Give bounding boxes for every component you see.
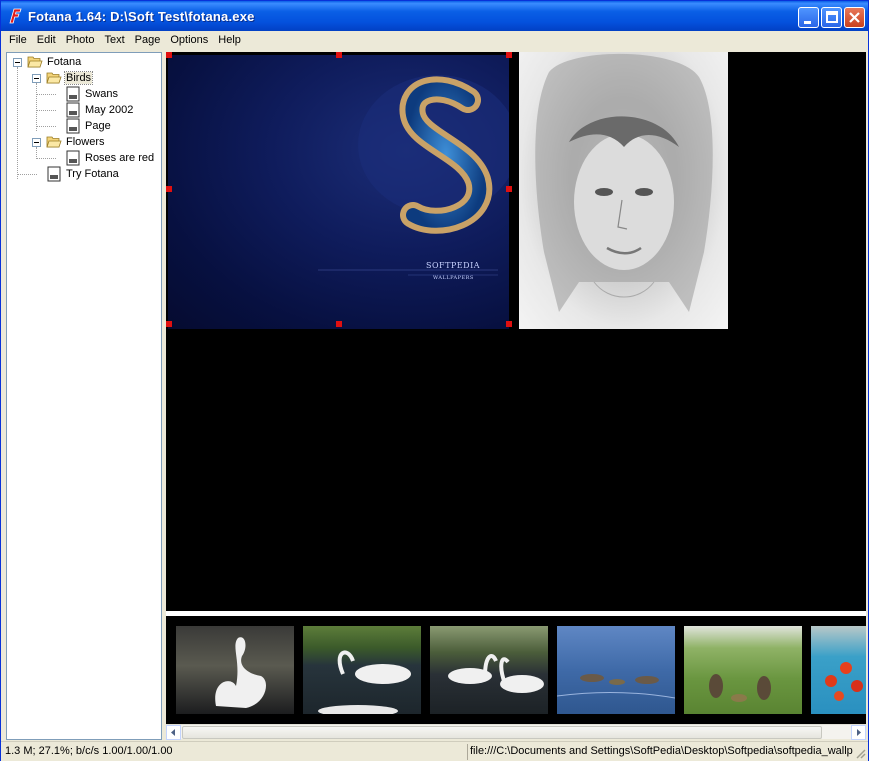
tree-connector — [36, 94, 56, 95]
tree-node-swans[interactable]: Swans — [66, 86, 119, 102]
status-file-path: file:///C:\Documents and Settings\SoftPe… — [467, 744, 853, 760]
thumbnail-geese-lawn[interactable] — [684, 626, 802, 714]
arrow-right-icon — [857, 729, 861, 736]
title-bar[interactable]: Fotana 1.64: D:\Soft Test\fotana.exe — [1, 1, 868, 31]
tree-label: Roses are red — [85, 152, 155, 164]
resize-handle-top-right[interactable] — [506, 52, 512, 58]
tree-node-page[interactable]: Page — [66, 118, 112, 134]
page-icon — [66, 102, 80, 118]
softpedia-wallpaper-photo[interactable]: SOFTPEDIA WALLPAPERS — [168, 55, 509, 329]
resize-handle-bottom[interactable] — [336, 321, 342, 327]
tree-connector — [17, 174, 37, 175]
tree-label: Birds — [63, 71, 94, 85]
swan-thumbnail-image — [318, 650, 411, 714]
status-bar: 1.3 M; 27.1%; b/c/s 1.00/1.00/1.00 file:… — [1, 741, 868, 761]
resize-handle-top[interactable] — [336, 52, 342, 58]
open-folder-icon — [27, 56, 43, 68]
window-title: Fotana 1.64: D:\Soft Test\fotana.exe — [28, 9, 255, 24]
arrow-left-icon — [171, 729, 175, 736]
tree-node-roses-are-red[interactable]: Roses are red — [66, 150, 155, 166]
page-canvas[interactable]: SOFTPEDIA WALLPAPERS — [166, 52, 866, 611]
menu-photo[interactable]: Photo — [61, 31, 100, 50]
album-tree[interactable]: Fotana Birds Swans May 2002 Page Flowers… — [6, 52, 162, 740]
tree-node-fotana[interactable]: Fotana — [27, 54, 82, 70]
thumbnail-swan-single[interactable] — [176, 626, 294, 714]
tulips-thumbnail-image — [825, 662, 863, 701]
resize-handle-left[interactable] — [166, 186, 172, 192]
tree-connector — [36, 158, 56, 159]
menu-help[interactable]: Help — [213, 31, 246, 50]
menu-page[interactable]: Page — [130, 31, 166, 50]
photo-caption: SOFTPEDIA — [426, 261, 480, 270]
tree-node-birds[interactable]: Birds — [46, 70, 94, 86]
open-folder-icon — [46, 136, 62, 148]
resize-handle-top-left[interactable] — [166, 52, 172, 58]
tree-node-flowers[interactable]: Flowers — [46, 134, 106, 150]
thumbnail-swans-pair[interactable] — [430, 626, 548, 714]
tree-label: Swans — [85, 88, 119, 100]
page-icon — [66, 150, 80, 166]
minimize-icon — [804, 21, 811, 24]
maximize-button[interactable] — [821, 7, 842, 28]
menu-edit[interactable]: Edit — [32, 31, 61, 50]
resize-grip-icon[interactable] — [854, 747, 866, 759]
thumbnail-scrollbar[interactable] — [166, 724, 866, 740]
scroll-right-button[interactable] — [851, 725, 866, 740]
maximize-icon — [826, 11, 838, 23]
thumbnail-strip[interactable] — [166, 616, 866, 724]
tree-connector — [17, 67, 18, 179]
menu-text[interactable]: Text — [99, 31, 129, 50]
tree-node-may-2002[interactable]: May 2002 — [66, 102, 134, 118]
thumbnail-geese-water[interactable] — [557, 626, 675, 714]
geese-thumbnail-image — [557, 674, 675, 699]
tree-connector — [36, 110, 56, 111]
collapse-toggle-birds[interactable] — [32, 74, 41, 83]
collapse-toggle-fotana[interactable] — [13, 58, 22, 67]
close-button[interactable] — [844, 7, 865, 28]
tree-label: Page — [85, 120, 111, 132]
tree-label: Flowers — [66, 136, 105, 148]
geese-thumbnail-image — [709, 674, 771, 702]
collapse-toggle-flowers[interactable] — [32, 138, 41, 147]
resize-handle-bottom-right[interactable] — [506, 321, 512, 327]
menu-file[interactable]: File — [4, 31, 32, 50]
tree-node-try-fotana[interactable]: Try Fotana — [47, 166, 120, 182]
tree-label: May 2002 — [85, 104, 134, 116]
minimize-button[interactable] — [798, 7, 819, 28]
page-icon — [47, 166, 61, 182]
scroll-left-button[interactable] — [166, 725, 181, 740]
tree-label: Fotana — [47, 56, 82, 68]
status-image-info: 1.3 M; 27.1%; b/c/s 1.00/1.00/1.00 — [5, 745, 173, 757]
swan-thumbnail-image — [448, 654, 544, 693]
portrait-sketch-photo[interactable] — [519, 52, 728, 329]
thumbnail-tulips-pool[interactable] — [811, 626, 866, 714]
tree-label: Try Fotana — [66, 168, 119, 180]
app-window: Fotana 1.64: D:\Soft Test\fotana.exe Fil… — [0, 0, 869, 761]
resize-handle-right[interactable] — [506, 186, 512, 192]
menu-bar: File Edit Photo Text Page Options Help — [1, 31, 868, 50]
thumbnail-swans-grass[interactable] — [303, 626, 421, 714]
tree-connector — [36, 83, 37, 131]
tree-connector — [36, 126, 56, 127]
resize-handle-bottom-left[interactable] — [166, 321, 172, 327]
softpedia-s-logo-image — [318, 75, 509, 276]
open-folder-icon — [46, 72, 62, 84]
photo-subcaption: WALLPAPERS — [433, 275, 474, 281]
scrollbar-thumb[interactable] — [182, 726, 822, 739]
page-icon — [66, 118, 80, 134]
menu-options[interactable]: Options — [165, 31, 213, 50]
swan-thumbnail-image — [215, 637, 266, 708]
close-icon — [849, 12, 860, 23]
page-icon — [66, 86, 80, 102]
fotana-app-icon — [9, 8, 22, 24]
portrait-sketch-image — [535, 53, 713, 312]
